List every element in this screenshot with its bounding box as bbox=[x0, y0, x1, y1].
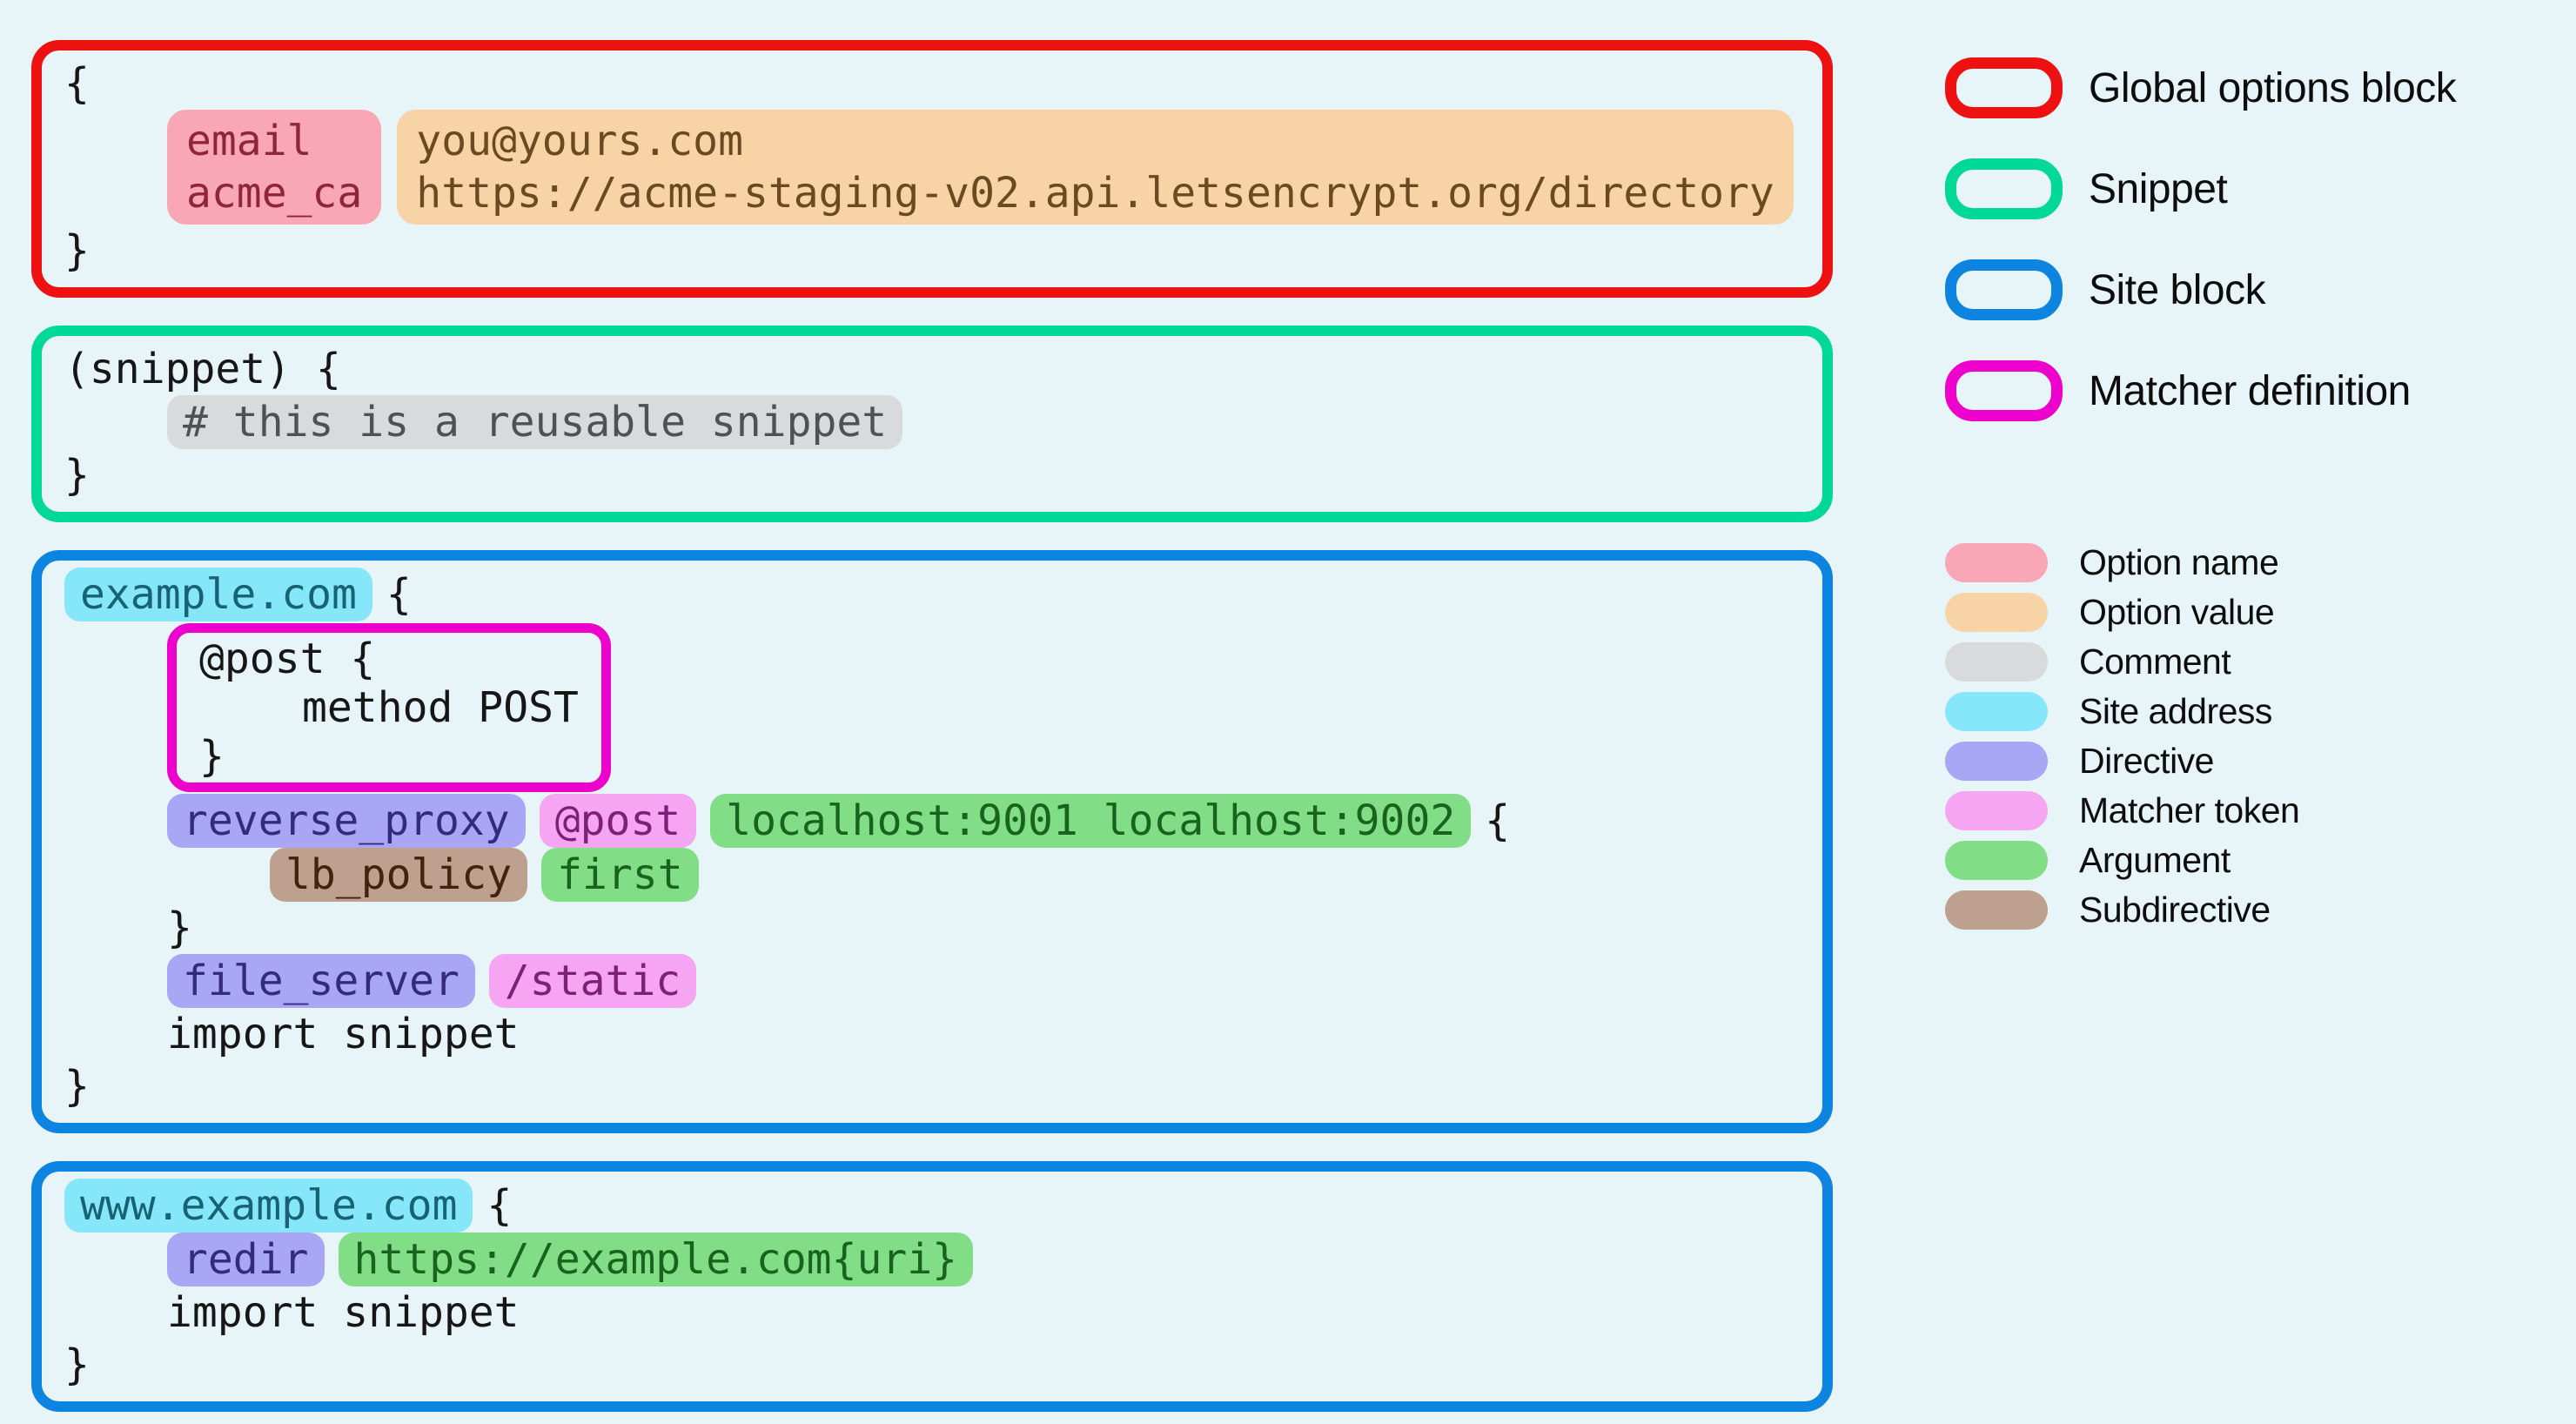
code-line: } bbox=[64, 1339, 1800, 1391]
open-brace: { bbox=[1485, 796, 1511, 845]
legend-item-option-value: Option value bbox=[1945, 592, 2554, 632]
legend-label: Subdirective bbox=[2079, 890, 2271, 930]
code-line: } bbox=[64, 1060, 1800, 1112]
option-name: acme_ca bbox=[186, 169, 363, 218]
directive-token: redir bbox=[167, 1233, 325, 1286]
legend-label: Site block bbox=[2089, 266, 2266, 313]
legend-item-global-options: Global options block bbox=[1945, 57, 2554, 118]
legend-label: Option value bbox=[2079, 592, 2275, 632]
code-line: (snippet) { bbox=[64, 343, 1800, 395]
legend: Global options block Snippet Site block … bbox=[1945, 57, 2554, 940]
code-line: lb_policy first bbox=[270, 848, 1800, 902]
legend-item-site-address: Site address bbox=[1945, 691, 2554, 731]
legend-item-argument: Argument bbox=[1945, 840, 2554, 880]
legend-label: Matcher definition bbox=[2089, 367, 2411, 414]
code-line: www.example.com { bbox=[64, 1179, 1800, 1233]
subdirective-token: lb_policy bbox=[270, 848, 528, 902]
legend-item-directive: Directive bbox=[1945, 741, 2554, 781]
site-address-swatch bbox=[1945, 692, 2048, 731]
code-line: } bbox=[64, 225, 1800, 277]
site-address-token: www.example.com bbox=[64, 1179, 473, 1233]
legend-label: Site address bbox=[2079, 691, 2272, 731]
global-options-swatch bbox=[1945, 57, 2063, 118]
subdirective-swatch bbox=[1945, 890, 2048, 930]
argument-token: https://example.com{uri} bbox=[338, 1233, 974, 1286]
close-brace: } bbox=[64, 1062, 90, 1111]
close-brace: } bbox=[64, 1340, 90, 1389]
global-options-group: email acme_ca you@yours.com https://acme… bbox=[167, 110, 1800, 225]
close-brace: } bbox=[167, 903, 192, 952]
open-brace: { bbox=[486, 1181, 513, 1230]
import-statement: import snippet bbox=[167, 1010, 520, 1058]
matcher-body: method POST bbox=[302, 683, 579, 732]
option-value-token: you@yours.com https://acme-staging-v02.a… bbox=[397, 110, 1794, 225]
directive-token: file_server bbox=[167, 954, 475, 1008]
site-block-example: example.com { @post { method POST } rever… bbox=[31, 550, 1833, 1133]
legend-label: Argument bbox=[2079, 840, 2231, 880]
matcher-token: /static bbox=[488, 954, 697, 1008]
matcher-token: @post bbox=[539, 794, 697, 848]
legend-label: Global options block bbox=[2089, 64, 2457, 111]
open-brace: { bbox=[64, 59, 90, 108]
option-name-token: email acme_ca bbox=[167, 110, 382, 225]
code-line: } bbox=[167, 902, 1800, 954]
code-line: # this is a reusable snippet bbox=[64, 395, 1800, 449]
snippet-declaration: (snippet) { bbox=[64, 345, 341, 393]
option-name-swatch bbox=[1945, 543, 2048, 582]
code-line: reverse_proxy @post localhost:9001 localho… bbox=[167, 794, 1800, 848]
option-value-swatch bbox=[1945, 593, 2048, 632]
directive-token: reverse_proxy bbox=[167, 794, 526, 848]
code-line: redir https://example.com{uri} bbox=[167, 1233, 1800, 1286]
code-line: @post { bbox=[199, 635, 579, 683]
matcher-definition-swatch bbox=[1945, 360, 2063, 421]
code-line: } bbox=[64, 449, 1800, 501]
global-options-block: { email acme_ca you@yours.com https://ac… bbox=[31, 40, 1833, 298]
legend-item-matcher-definition: Matcher definition bbox=[1945, 360, 2554, 421]
open-brace: { bbox=[386, 570, 412, 619]
argument-swatch bbox=[1945, 841, 2048, 880]
code-line: import snippet bbox=[167, 1008, 1800, 1060]
option-value: you@yours.com bbox=[416, 117, 743, 165]
argument-token: first bbox=[541, 848, 699, 902]
caddyfile-code-column: { email acme_ca you@yours.com https://ac… bbox=[31, 40, 1833, 1412]
code-line: example.com { bbox=[64, 568, 1800, 621]
option-value: https://acme-staging-v02.api.letsencrypt… bbox=[416, 169, 1774, 218]
caddyfile-concepts-diagram: { email acme_ca you@yours.com https://ac… bbox=[0, 0, 2576, 1424]
legend-label: Matcher token bbox=[2079, 790, 2300, 830]
matcher-token-swatch bbox=[1945, 791, 2048, 830]
legend-item-site-block: Site block bbox=[1945, 259, 2554, 320]
code-line: file_server/static bbox=[167, 954, 1800, 1008]
legend-item-snippet: Snippet bbox=[1945, 158, 2554, 219]
snippet-swatch bbox=[1945, 158, 2063, 219]
legend-item-matcher-token: Matcher token bbox=[1945, 790, 2554, 830]
site-block-www: www.example.com { redir https://example.co… bbox=[31, 1161, 1833, 1412]
code-line: { bbox=[64, 57, 1800, 110]
snippet-block: (snippet) { # this is a reusable snippet… bbox=[31, 326, 1833, 522]
directive-swatch bbox=[1945, 742, 2048, 781]
code-line: method POST bbox=[199, 683, 579, 732]
option-name: email bbox=[186, 117, 312, 165]
legend-item-subdirective: Subdirective bbox=[1945, 890, 2554, 930]
comment-token: # this is a reusable snippet bbox=[167, 395, 903, 449]
argument-token: localhost:9001 localhost:9002 bbox=[710, 794, 1472, 848]
legend-label: Directive bbox=[2079, 741, 2214, 781]
legend-token-section: Option name Option value Comment Site ad… bbox=[1945, 542, 2554, 930]
legend-label: Comment bbox=[2079, 641, 2231, 682]
legend-label: Snippet bbox=[2089, 165, 2228, 212]
close-brace: } bbox=[64, 226, 90, 275]
site-address-token: example.com bbox=[64, 568, 372, 621]
matcher-definition-box: @post { method POST } bbox=[167, 623, 611, 792]
legend-item-option-name: Option name bbox=[1945, 542, 2554, 582]
comment-swatch bbox=[1945, 642, 2048, 682]
legend-item-comment: Comment bbox=[1945, 641, 2554, 682]
close-brace: } bbox=[64, 451, 90, 500]
legend-label: Option name bbox=[2079, 542, 2279, 582]
site-block-swatch bbox=[1945, 259, 2063, 320]
import-statement: import snippet bbox=[167, 1288, 520, 1337]
code-line: import snippet bbox=[167, 1286, 1800, 1339]
matcher-open: @post { bbox=[199, 635, 376, 683]
code-line: } bbox=[199, 732, 579, 781]
close-brace: } bbox=[199, 732, 225, 781]
